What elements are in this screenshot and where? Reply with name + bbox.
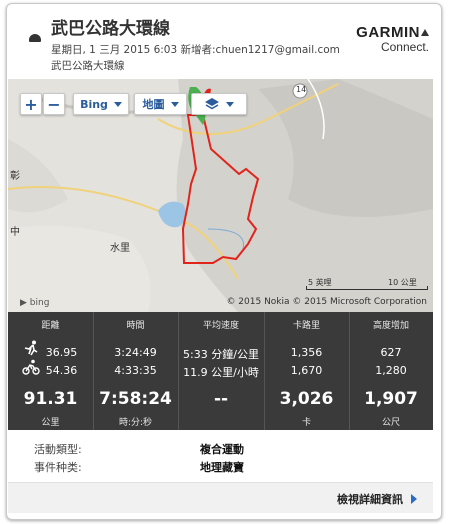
stat-unit: 時:分:秒 <box>118 418 153 428</box>
map-layers-dropdown[interactable] <box>191 93 247 115</box>
stat-header: 高度增加 <box>372 321 409 331</box>
chevron-down-icon <box>226 101 234 107</box>
event-type-label: 事件种类: <box>34 461 82 474</box>
stat-column-calories: 卡路里 1,356 1,670 3,026 卡 <box>264 312 350 430</box>
activity-header: 武巴公路大環線 星期日, 1 三月 2015 6:03 新增者:chuen121… <box>7 4 441 80</box>
stat-value-run: 5:33 分鐘/公里 <box>183 348 259 361</box>
map-attribution: © 2015 Nokia © 2015 Microsoft Corporatio… <box>226 297 427 307</box>
stat-header: 距離 <box>41 321 60 331</box>
view-details-label: 檢視詳細資訊 <box>337 493 403 506</box>
stat-unit: 公尺 <box>381 418 400 428</box>
map-scale-bar <box>306 286 428 290</box>
activity-location: 武巴公路大環線 <box>51 60 125 72</box>
activity-type-label: 活動類型: <box>34 443 82 456</box>
stat-header: 平均速度 <box>202 321 239 331</box>
stat-header: 卡路里 <box>292 321 320 331</box>
stat-column-elevation: 高度增加 627 1,280 1,907 公尺 <box>349 312 433 430</box>
chevron-down-icon <box>113 101 122 107</box>
activity-card: 武巴公路大環線 星期日, 1 三月 2015 6:03 新增者:chuen121… <box>6 3 442 520</box>
stat-value-run: 36.95 <box>45 346 78 359</box>
stat-column-distance: 距離 36.95 54.36 91.31 公里 <box>8 312 94 430</box>
stat-total: 3,026 <box>279 389 334 409</box>
map-type-label: 地圖 <box>142 98 165 111</box>
garmin-connect-logo[interactable]: GARMIN Connect. <box>356 24 429 54</box>
stat-value-run: 1,356 <box>290 346 323 359</box>
road-number-label: 14 <box>296 85 307 94</box>
garmin-logo-text: GARMIN <box>356 24 420 41</box>
bing-logo-text: bing <box>29 298 50 308</box>
stat-total: -- <box>213 389 229 409</box>
stat-value-bike: 11.9 公里/小時 <box>183 366 259 379</box>
activity-map[interactable]: + − Bing 地圖 彰 中 水里 14 5 英哩 10 公里 ▶ bing … <box>8 79 433 312</box>
stat-value-bike: 1,280 <box>375 364 407 377</box>
activity-type-icon <box>29 34 41 42</box>
map-type-dropdown[interactable]: 地圖 <box>134 93 187 115</box>
map-provider-label: Bing <box>80 97 108 111</box>
stat-unit: 卡 <box>301 418 311 428</box>
stat-total: 91.31 <box>23 389 78 409</box>
layers-icon <box>205 98 219 110</box>
zoom-in-button[interactable]: + <box>20 93 42 115</box>
stat-total: 7:58:24 <box>99 389 172 409</box>
map-place-label: 中 <box>10 227 20 238</box>
activity-type-value: 複合運動 <box>200 443 244 456</box>
map-place-label: 彰 <box>10 171 20 182</box>
stat-total: 1,907 <box>364 389 418 409</box>
stats-panel: 距離 36.95 54.36 91.31 公里 時間 3:24:49 4:33:… <box>8 312 433 430</box>
card-footer: 檢視詳細資訊 <box>8 482 433 513</box>
activity-title[interactable]: 武巴公路大環線 <box>51 14 170 39</box>
chevron-down-icon <box>170 101 179 107</box>
stat-value-bike: 1,670 <box>290 364 323 377</box>
event-type-value: 地理藏寶 <box>200 461 244 474</box>
stat-value-bike: 54.36 <box>45 364 78 377</box>
garmin-triangle-icon <box>421 29 429 36</box>
stat-column-time: 時間 3:24:49 4:33:35 7:58:24 時:分:秒 <box>93 312 179 430</box>
map-provider-dropdown[interactable]: Bing <box>73 93 129 115</box>
view-details-link[interactable]: 檢視詳細資訊 <box>337 491 417 507</box>
arrow-right-icon <box>411 494 417 504</box>
stat-value-run: 3:24:49 <box>114 346 157 359</box>
stat-value-run: 627 <box>380 346 402 359</box>
zoom-out-button[interactable]: − <box>43 93 65 115</box>
map-place-label: 水里 <box>110 243 130 254</box>
stat-value-bike: 4:33:35 <box>114 364 157 377</box>
activity-meta: 星期日, 1 三月 2015 6:03 新增者:chuen1217@gmail.… <box>51 44 340 56</box>
stat-header: 時間 <box>126 321 145 331</box>
stat-column-speed: 平均速度 5:33 分鐘/公里 11.9 公里/小時 -- <box>178 312 265 430</box>
activity-info: 活動類型: 複合運動 事件种类: 地理藏寶 <box>8 430 433 482</box>
bing-logo: ▶ bing <box>20 298 50 308</box>
connect-logo-text: Connect. <box>380 40 429 54</box>
stat-unit: 公里 <box>41 418 60 428</box>
